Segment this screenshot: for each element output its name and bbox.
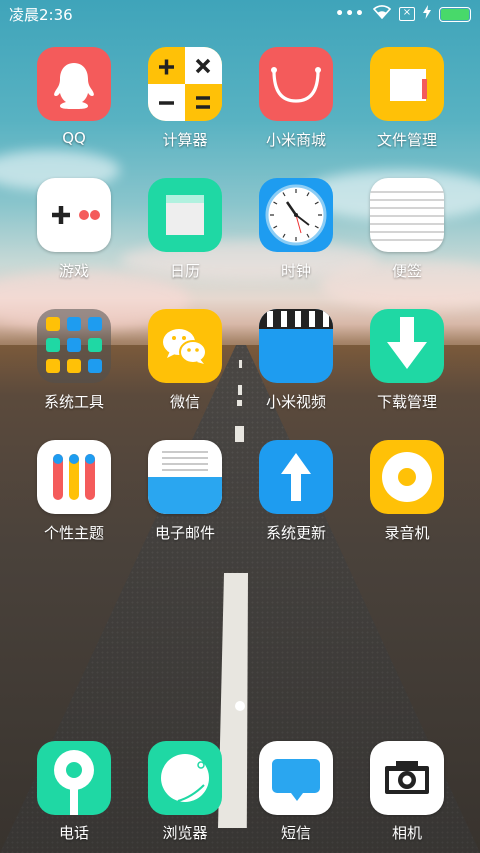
penguin-icon[interactable] bbox=[37, 47, 111, 121]
shopping-bag-icon[interactable] bbox=[259, 47, 333, 121]
phone-icon[interactable] bbox=[37, 741, 111, 815]
calendar-icon[interactable] bbox=[148, 178, 222, 252]
app-label: 小米商城 bbox=[265, 131, 326, 149]
app-label: 录音机 bbox=[384, 524, 430, 542]
app-label: 小米视频 bbox=[265, 393, 326, 411]
wifi-icon bbox=[372, 5, 392, 23]
app-label: 微信 bbox=[169, 393, 200, 411]
message-icon[interactable] bbox=[259, 741, 333, 815]
app-themes[interactable]: 个性主题 bbox=[19, 440, 129, 543]
app-label: 文件管理 bbox=[376, 131, 437, 149]
notification-dots: ••• bbox=[335, 6, 365, 22]
app-label: 浏览器 bbox=[162, 824, 208, 842]
app-email[interactable]: 电子邮件 bbox=[130, 440, 240, 543]
video-icon[interactable] bbox=[259, 309, 333, 383]
app-label: 计算器 bbox=[162, 131, 208, 149]
battery-icon bbox=[439, 6, 471, 22]
app-shopping-bag[interactable]: 小米商城 bbox=[241, 47, 351, 150]
app-wechat[interactable]: 微信 bbox=[130, 309, 240, 412]
dock-browser[interactable]: 浏览器 bbox=[130, 741, 240, 843]
app-calendar[interactable]: 日历 bbox=[130, 178, 240, 281]
app-label: 个性主题 bbox=[43, 524, 104, 542]
app-folder[interactable]: 文件管理 bbox=[352, 47, 462, 150]
email-icon[interactable] bbox=[148, 440, 222, 514]
app-label: 相机 bbox=[391, 824, 422, 842]
folder-tools-icon[interactable] bbox=[37, 309, 111, 383]
download-icon[interactable] bbox=[370, 309, 444, 383]
app-update-arrow[interactable]: 系统更新 bbox=[241, 440, 351, 543]
gamepad-icon[interactable] bbox=[37, 178, 111, 252]
themes-icon[interactable] bbox=[37, 440, 111, 514]
dock-message[interactable]: 短信 bbox=[241, 741, 351, 843]
notes-icon[interactable] bbox=[370, 178, 444, 252]
camera-icon[interactable] bbox=[370, 741, 444, 815]
calculator-icon[interactable] bbox=[148, 47, 222, 121]
app-penguin[interactable]: QQ bbox=[19, 47, 129, 147]
app-label: 系统更新 bbox=[265, 524, 326, 542]
app-label: 下载管理 bbox=[376, 393, 437, 411]
app-label: 电话 bbox=[58, 824, 89, 842]
page-indicator-dot[interactable] bbox=[235, 701, 245, 711]
browser-icon[interactable] bbox=[148, 741, 222, 815]
app-download[interactable]: 下载管理 bbox=[352, 309, 462, 412]
clock-icon[interactable] bbox=[259, 178, 333, 252]
app-label: 短信 bbox=[280, 824, 311, 842]
app-folder-tools[interactable]: 系统工具 bbox=[19, 309, 129, 412]
status-time: 凌晨2:36 bbox=[9, 5, 73, 24]
app-clock[interactable]: 时钟 bbox=[241, 178, 351, 281]
status-bar: 凌晨2:36 ••• × bbox=[0, 0, 480, 28]
app-gamepad[interactable]: 游戏 bbox=[19, 178, 129, 281]
app-label: 电子邮件 bbox=[154, 524, 215, 542]
battery-level bbox=[441, 8, 469, 20]
app-recorder[interactable]: 录音机 bbox=[352, 440, 462, 543]
recorder-icon[interactable] bbox=[370, 440, 444, 514]
app-calculator[interactable]: 计算器 bbox=[130, 47, 240, 150]
app-label: 时钟 bbox=[280, 262, 311, 280]
app-label: 系统工具 bbox=[43, 393, 104, 411]
app-label: 便签 bbox=[391, 262, 422, 280]
wechat-icon[interactable] bbox=[148, 309, 222, 383]
folder-icon[interactable] bbox=[370, 47, 444, 121]
app-video[interactable]: 小米视频 bbox=[241, 309, 351, 412]
dock-phone[interactable]: 电话 bbox=[19, 741, 129, 843]
app-label: 游戏 bbox=[58, 262, 89, 280]
app-label: QQ bbox=[62, 129, 86, 147]
app-notes[interactable]: 便签 bbox=[352, 178, 462, 281]
app-label: 日历 bbox=[169, 262, 200, 280]
charging-bolt-icon bbox=[423, 5, 431, 23]
update-arrow-icon[interactable] bbox=[259, 440, 333, 514]
sim-x-icon: × bbox=[399, 7, 415, 21]
dock-camera[interactable]: 相机 bbox=[352, 741, 462, 843]
